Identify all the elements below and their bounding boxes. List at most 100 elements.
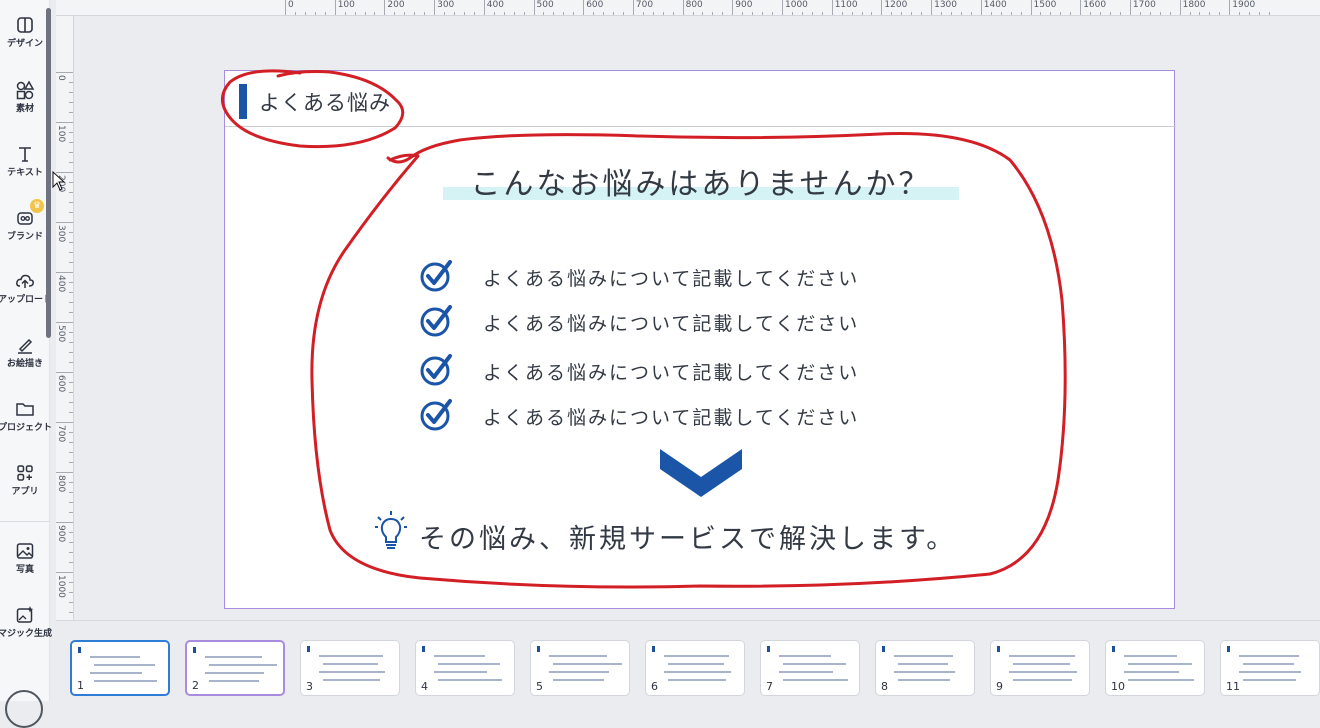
ruler-tick <box>1080 0 1082 15</box>
page-thumbnail[interactable]: 3 <box>300 640 400 696</box>
ruler-tick <box>354 12 356 15</box>
ruler-tick <box>1030 0 1032 15</box>
ruler-tick <box>69 292 73 293</box>
ruler-tick <box>692 12 694 15</box>
page-thumbnail[interactable]: 10 <box>1105 640 1205 696</box>
sidebar-item-projects[interactable]: プロジェクト <box>0 398 52 433</box>
ruler-tick <box>533 0 535 15</box>
ruler-tick <box>811 12 813 15</box>
ruler-tick <box>613 12 615 15</box>
thumbnail-line <box>319 655 383 657</box>
page-thumbnail[interactable]: 8 <box>875 640 975 696</box>
sidebar-item-draw[interactable]: お絵描き <box>0 334 50 369</box>
thumbnail-line <box>783 679 848 681</box>
ruler-tick <box>285 0 286 15</box>
ruler-tick <box>69 112 73 113</box>
ruler-tick <box>1139 12 1141 15</box>
ruler-tick-label: 0 <box>56 75 66 81</box>
thumbnail-line <box>553 679 604 681</box>
sidebar-item-brand[interactable]: ブランド <box>0 207 50 242</box>
ruler-tick <box>1090 12 1092 15</box>
ruler-tick <box>324 12 326 15</box>
ruler-tick <box>69 612 73 613</box>
ruler-tick-label: 700 <box>635 0 654 10</box>
thumbnail-accent <box>193 647 196 653</box>
page-number: 9 <box>996 680 1003 693</box>
ruler-tick <box>56 372 73 373</box>
ruler-tick <box>384 0 386 15</box>
ruler-tick <box>294 12 296 15</box>
ruler-tick <box>334 0 336 15</box>
chevron-down-icon[interactable] <box>660 449 742 499</box>
ruler-tick <box>851 12 853 15</box>
ruler-tick <box>801 12 803 15</box>
ruler-tick-label: 1300 <box>934 0 957 10</box>
ruler-tick <box>722 12 724 15</box>
thumbnail-line <box>438 679 502 681</box>
ruler-tick <box>752 12 754 15</box>
page-thumbnail[interactable]: 4 <box>415 640 515 696</box>
ruler-tick <box>69 212 73 213</box>
sidebar-item-text[interactable]: テキスト <box>0 143 50 178</box>
ruler-tick <box>1129 0 1131 15</box>
ruler-tick <box>970 12 972 15</box>
ruler-tick <box>463 12 465 15</box>
layout-icon <box>0 14 50 36</box>
page-thumbnail[interactable]: 11 <box>1220 640 1320 696</box>
sidebar-item-label: 写真 <box>15 565 34 575</box>
slide-canvas[interactable]: よくある悩み こんなお悩みはありませんか？ よくある悩みについて記載してください… <box>224 70 1176 609</box>
ruler-tick <box>632 0 634 15</box>
ruler-tick <box>364 12 366 15</box>
ruler-tick <box>69 392 73 393</box>
ruler-tick <box>1010 12 1012 15</box>
ruler-tick <box>861 12 863 15</box>
solution-text: その悩み、新規サービスで解決します。 <box>419 524 957 555</box>
sidebar-item-label: アプリ <box>11 487 39 497</box>
ruler-tick <box>69 502 73 503</box>
thumbnail-line <box>94 680 157 682</box>
ruler-tick <box>69 562 73 563</box>
slide-header-title[interactable]: よくある悩み <box>259 87 391 117</box>
sidebar-item-magic[interactable]: マジック生成 <box>0 604 52 639</box>
page-thumbnail[interactable]: 5 <box>530 640 630 696</box>
page-thumbnail[interactable]: 1 <box>70 640 170 696</box>
thumbnail-line <box>323 663 378 665</box>
check-circle-icon <box>420 305 452 337</box>
thumbnail-accent <box>652 646 655 652</box>
ruler-tick <box>1179 0 1181 15</box>
folder-icon <box>0 398 50 420</box>
avatar[interactable] <box>5 690 43 728</box>
sidebar-item-photos[interactable]: 写真 <box>0 540 50 575</box>
ruler-tick <box>314 12 316 15</box>
sidebar-item-design[interactable]: デザイン <box>0 14 50 49</box>
ruler-tick <box>921 12 923 15</box>
ruler-tick <box>841 12 843 15</box>
sidebar-item-apps[interactable]: アプリ <box>0 462 50 497</box>
problem-text: よくある悩みについて記載してください <box>483 362 860 384</box>
thumbnail-line <box>1124 655 1177 657</box>
ruler-tick <box>1169 12 1171 15</box>
ruler-tick <box>69 532 73 533</box>
sidebar-item-upload[interactable]: アップロード <box>0 270 52 305</box>
thumbnail-line <box>1128 679 1194 681</box>
sidebar-scrollbar[interactable] <box>46 8 51 338</box>
ruler-tick <box>702 12 704 15</box>
page-thumbnail[interactable]: 7 <box>760 640 860 696</box>
question-heading-box[interactable]: こんなお悩みはありませんか？ <box>443 159 959 203</box>
page-thumbnail[interactable]: 6 <box>645 640 745 696</box>
ruler-tick <box>543 12 545 15</box>
ruler-tick-label: 100 <box>337 0 355 10</box>
page-thumbnail[interactable]: 9 <box>990 640 1090 696</box>
ruler-tick <box>69 152 73 153</box>
header-accent-bar <box>239 84 247 119</box>
ruler-tick <box>69 92 73 93</box>
ruler-tick <box>1199 12 1201 15</box>
thumbnail-line <box>553 663 622 665</box>
thumbnail-line <box>205 672 264 674</box>
thumbnail-line <box>1013 663 1070 665</box>
ruler-tick <box>56 272 73 273</box>
page-thumbnail[interactable]: 2 <box>185 640 285 696</box>
ruler-tick-label: 600 <box>586 0 604 10</box>
ruler-tick-label: 1200 <box>884 0 908 10</box>
sidebar-item-elements[interactable]: 素材 <box>0 79 50 114</box>
